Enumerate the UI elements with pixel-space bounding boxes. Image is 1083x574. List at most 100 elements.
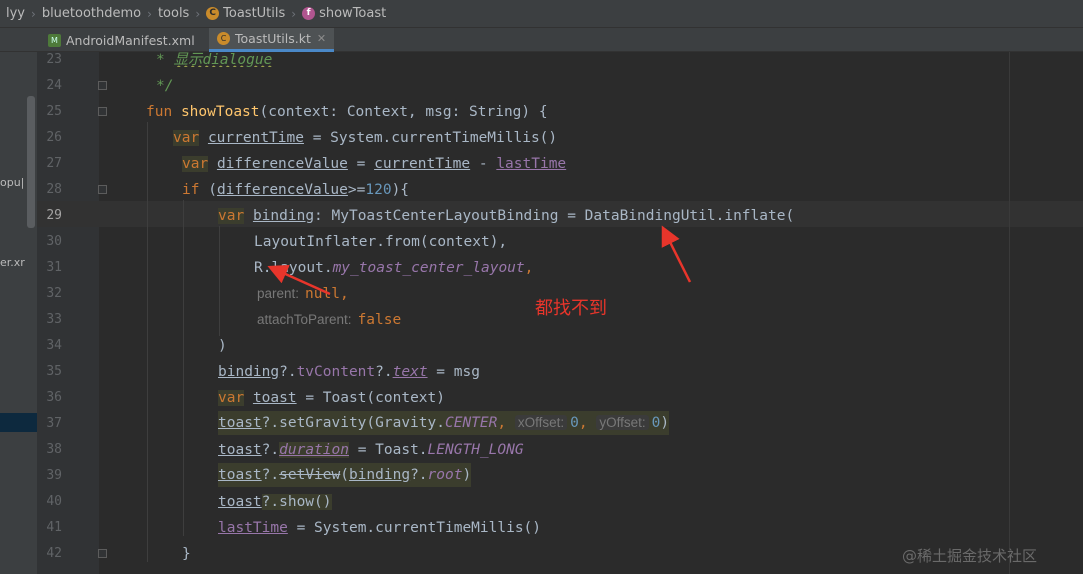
line-number: 26 (46, 130, 62, 145)
line-number: 32 (46, 286, 62, 301)
code-line[interactable]: R.layout.my_toast_center_layout, (254, 255, 533, 281)
right-margin-guide (1009, 52, 1010, 574)
code-line[interactable]: if (differenceValue>=120){ (182, 177, 409, 203)
line-number: 25 (46, 104, 62, 119)
code-line[interactable]: attachToParent: false (254, 307, 401, 333)
code-token: ?. (375, 364, 393, 380)
breadcrumb-item-module[interactable]: bluetoothdemo › (42, 6, 158, 21)
fold-marker-icon[interactable] (98, 81, 107, 90)
variable-token: toast (252, 390, 297, 406)
breadcrumb-item-class[interactable]: C ToastUtils › (206, 6, 302, 21)
breadcrumb: lyy › bluetoothdemo › tools › C ToastUtils › … (0, 0, 1083, 28)
code-token: ?. (279, 364, 297, 380)
code-token: = (303, 130, 331, 146)
code-line[interactable]: toast?.show() (218, 489, 332, 515)
variable-token: toast (218, 494, 262, 510)
line-number: 23 (46, 52, 62, 67)
code-line[interactable]: var toast = Toast(context) (218, 385, 445, 411)
kotlin-class-icon: C (217, 32, 230, 45)
code-token: ) (218, 338, 227, 354)
fold-marker-icon[interactable] (98, 185, 107, 194)
code-line[interactable]: toast?.duration = Toast.LENGTH_LONG (218, 437, 524, 463)
variable-token: binding (218, 364, 280, 380)
code-line[interactable]: fun showToast(context: Context, msg: Str… (146, 99, 548, 125)
code-token: (context: Context, msg: String) { (259, 104, 548, 120)
code-token: = (347, 156, 375, 172)
keyword-token: if (182, 182, 200, 198)
variable-token: currentTime (374, 156, 471, 172)
breadcrumb-item-package[interactable]: tools › (158, 6, 206, 21)
line-number: 42 (46, 546, 62, 561)
close-icon[interactable]: ✕ (317, 32, 326, 45)
breadcrumb-item-function[interactable]: f showToast (302, 6, 386, 21)
variable-token: differenceValue (216, 156, 348, 172)
property-token: duration (279, 442, 349, 458)
breadcrumb-item-project[interactable]: lyy › (6, 6, 42, 21)
code-line[interactable]: } (182, 541, 191, 567)
project-tree-selection[interactable] (0, 413, 37, 432)
fold-marker-icon[interactable] (98, 107, 107, 116)
code-token: System.currentTimeMillis() (330, 130, 558, 146)
variable-token: toast (218, 442, 262, 458)
property-token: tvContent (296, 364, 376, 380)
code-token: ?. (410, 467, 428, 483)
keyword-token: var (218, 208, 245, 224)
code-line[interactable]: LayoutInflater.from(context), (254, 229, 507, 255)
parameter-hint: parent: (257, 286, 300, 301)
code-token: ){ (391, 182, 410, 198)
number-token: 0 (570, 415, 579, 431)
code-token: : MyToastCenterLayoutBinding = DataBindi… (314, 208, 795, 224)
breadcrumb-label: tools (157, 6, 190, 21)
code-line[interactable]: toast?.setGravity(Gravity.CENTER, xOffse… (218, 411, 670, 435)
manifest-icon: M (48, 33, 61, 47)
comment-token: */ (156, 78, 174, 94)
comment-token: 显示dialogue (173, 52, 273, 67)
line-number: 30 (46, 234, 62, 249)
code-token: = Toast. (348, 442, 428, 458)
property-token: lastTime (218, 520, 288, 536)
annotation-text: 都找不到 (535, 298, 607, 319)
code-token: , (524, 260, 534, 276)
code-line[interactable]: */ (156, 73, 173, 99)
project-tree-item[interactable]: opu| (0, 176, 28, 189)
variable-token: toast (218, 415, 262, 431)
variable-token: currentTime (207, 130, 304, 146)
line-number: 35 (46, 364, 62, 379)
comment-token: * (156, 52, 174, 67)
keyword-token: var (182, 156, 209, 172)
function-name-token: showToast (180, 104, 260, 120)
line-number: 34 (46, 338, 62, 353)
chevron-right-icon: › (147, 6, 152, 21)
code-token: ) (660, 415, 670, 431)
fold-marker-icon[interactable] (98, 549, 107, 558)
resource-token: my_toast_center_layout (332, 260, 525, 276)
breadcrumb-label: showToast (319, 6, 387, 21)
line-number: 24 (46, 78, 62, 93)
project-tree-item[interactable]: er.xr (0, 256, 28, 269)
property-token: root (427, 467, 463, 483)
code-line[interactable]: ) (218, 333, 227, 359)
deprecated-token: setView (279, 467, 341, 483)
code-line[interactable]: var binding: MyToastCenterLayoutBinding … (218, 203, 794, 229)
panel-scrollbar[interactable] (27, 96, 35, 228)
code-line[interactable]: var currentTime = System.currentTimeMill… (173, 125, 557, 151)
code-line[interactable]: var differenceValue = currentTime - last… (182, 151, 566, 177)
tab-label: ToastUtils.kt (235, 31, 311, 46)
property-token: text (392, 364, 428, 380)
code-token: ?.setGravity(Gravity. (261, 415, 445, 431)
line-number: 31 (46, 260, 62, 275)
keyword-token: null (305, 286, 340, 302)
code-line[interactable]: parent: null, (254, 281, 349, 307)
breadcrumb-label: bluetoothdemo (41, 6, 142, 21)
code-line[interactable]: lastTime = System.currentTimeMillis() (218, 515, 541, 541)
code-token: >= (347, 182, 366, 198)
code-line[interactable]: toast?.setView(binding?.root) (218, 463, 472, 487)
line-number: 36 (46, 390, 62, 405)
indent-guide (219, 226, 220, 336)
code-token: System.currentTimeMillis() (314, 520, 542, 536)
code-line[interactable]: binding?.tvContent?.text = msg (218, 359, 480, 385)
code-token: ) (462, 467, 472, 483)
code-token: R.layout. (254, 260, 333, 276)
line-number: 39 (46, 468, 62, 483)
code-line[interactable]: * 显示dialogue (156, 47, 272, 67)
